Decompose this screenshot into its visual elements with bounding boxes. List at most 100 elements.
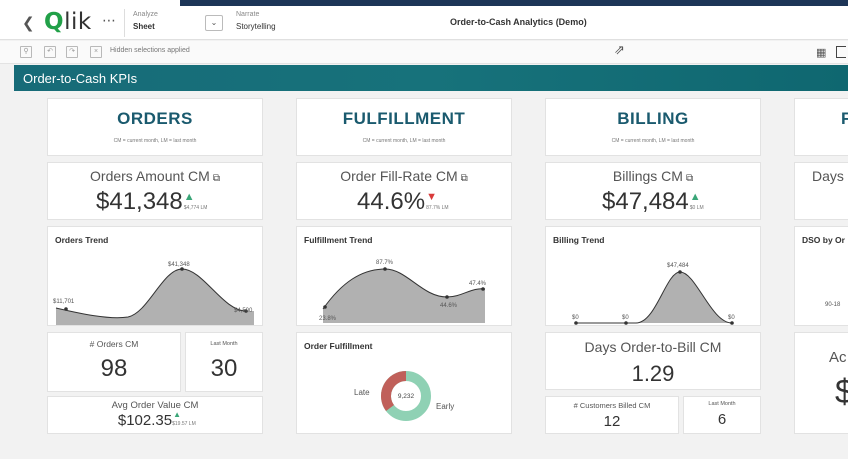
fulfillment-trend-label-2: 87.7%: [376, 260, 394, 266]
billing-subtitle: CM = current month, LM = last month: [611, 138, 695, 144]
qlik-logo[interactable]: Qlik: [44, 9, 92, 35]
orders-point-1: [64, 307, 68, 311]
trend-down-icon: ▼: [426, 191, 437, 203]
back-chevron-icon[interactable]: ❮: [22, 14, 35, 32]
billing-point-2: [624, 321, 628, 325]
customers-billed-value: 12: [603, 413, 621, 430]
fourth-lower-card[interactable]: Ac $: [794, 332, 848, 434]
days-order-to-bill-label: Days Order-to-Bill CM: [584, 339, 722, 355]
sheet-title-bar: Order-to-Cash KPIs: [14, 65, 848, 91]
avg-order-value-lm: $19.57 LM: [172, 421, 196, 427]
narrate-label: Narrate: [236, 11, 260, 18]
more-options-icon[interactable]: ⋯: [102, 12, 117, 29]
mouse-cursor-icon: ⇗: [614, 42, 625, 57]
orders-last-month-label: Last Month: [210, 341, 238, 347]
analyze-label: Analyze: [133, 11, 158, 18]
days-order-to-bill-value: 1.29: [631, 361, 675, 386]
fourth-trend-card[interactable]: DSO by Or 90-18: [794, 226, 848, 326]
fourth-axis-partial: 90-18: [825, 302, 841, 308]
top-navbar: ❮ Qlik ⋯ Analyze Sheet ⌄ Narrate Storyte…: [0, 6, 848, 40]
billing-point-1: [574, 321, 578, 325]
orders-count-value: 98: [100, 355, 128, 382]
billing-trend-chart[interactable]: Billing Trend $0 $0 $47,484 $0: [545, 226, 761, 326]
orders-last-month-kpi[interactable]: Last Month 30: [185, 332, 263, 392]
donut-early-label: Early: [436, 402, 454, 411]
orders-count-kpi[interactable]: # Orders CM 98: [47, 332, 181, 392]
billing-title: BILLING: [617, 109, 689, 128]
step-forward-icon[interactable]: ↷: [66, 46, 78, 58]
billing-trend-label-2: $0: [622, 315, 629, 321]
fourth-value-partial: $: [835, 373, 848, 411]
bookmark-icon[interactable]: [836, 46, 846, 58]
external-link-icon[interactable]: ⧉: [461, 173, 468, 184]
billing-trend-label-1: $0: [572, 315, 579, 321]
orders-last-month-value: 30: [210, 355, 238, 382]
customers-last-month-value: 6: [717, 411, 727, 428]
analyze-mode-selector[interactable]: Analyze Sheet ⌄: [124, 9, 226, 37]
orders-amount-label: Orders Amount CM ⧉: [90, 168, 220, 184]
clear-selections-icon[interactable]: ×: [90, 46, 102, 58]
selections-toolbar: ⚲ ↶ ↷ × Hidden selections applied ⇗ ▦: [0, 41, 848, 64]
donut-late-segment: [381, 371, 407, 411]
fulfillment-trend-label-3: 44.6%: [440, 303, 458, 309]
fulfillment-trend-chart[interactable]: Fulfillment Trend 23.8% 87.7% 44.6% 47.4…: [296, 226, 512, 326]
fill-rate-lm: 87.7% LM: [426, 205, 449, 211]
orders-title: ORDERS: [117, 109, 193, 128]
fulfillment-trend-label-4: 47.4%: [469, 281, 487, 287]
billing-point-4: [730, 321, 734, 325]
billing-trend-svg: $0 $0 $47,484 $0: [572, 263, 735, 325]
fulfillment-point-3: [445, 295, 449, 299]
fill-rate-label: Order Fill-Rate CM ⧉: [340, 168, 468, 184]
customers-last-month-kpi[interactable]: Last Month 6: [683, 396, 761, 434]
fulfillment-title: FULFILLMENT: [342, 109, 466, 128]
trend-up-icon: ▲: [689, 191, 701, 203]
fourth-title-partial: F: [841, 109, 848, 128]
fulfillment-trend-svg: 23.8% 87.7% 44.6% 47.4%: [319, 260, 487, 323]
trend-up-icon: ▲: [173, 410, 182, 419]
billing-trend-label-4: $0: [728, 315, 735, 321]
external-link-icon[interactable]: ⧉: [213, 173, 220, 184]
billings-lm: $0 LM: [689, 205, 704, 211]
app-title: Order-to-Cash Analytics (Demo): [450, 17, 587, 27]
fulfillment-point-1: [323, 305, 327, 309]
fourth-lower-partial: Ac: [829, 349, 847, 366]
donut-center-value: 9,232: [398, 393, 415, 400]
orders-amount-kpi[interactable]: Orders Amount CM ⧉ $41,348 ▲ $4,774 LM: [47, 162, 263, 220]
fulfillment-point-2: [383, 267, 387, 271]
narrate-mode-selector[interactable]: Narrate Storytelling: [230, 9, 320, 37]
orders-trend-area: [56, 269, 254, 325]
orders-trend-label-1: $11,701: [53, 299, 75, 305]
avg-order-value-value: $102.35 ▲ $19.57 LM: [117, 410, 196, 429]
smart-search-icon[interactable]: ⚲: [20, 46, 32, 58]
billing-trend-label-3: $47,484: [667, 263, 689, 269]
avg-order-value-kpi[interactable]: Avg Order Value CM $102.35 ▲ $19.57 LM: [47, 396, 263, 434]
days-order-to-bill-kpi[interactable]: Days Order-to-Bill CM 1.29: [545, 332, 761, 390]
fourth-kpi-card[interactable]: Days: [794, 162, 848, 220]
sheet-title: Order-to-Cash KPIs: [23, 71, 138, 86]
billings-label: Billings CM ⧉: [612, 168, 694, 184]
qlik-logo-text: lik: [64, 9, 92, 35]
fulfillment-trend-area: [323, 269, 485, 323]
step-back-icon[interactable]: ↶: [44, 46, 56, 58]
orders-trend-chart[interactable]: Orders Trend $11,701 $41,348 $4,500: [47, 226, 263, 326]
orders-trend-label-2: $41,348: [168, 262, 190, 268]
fulfillment-trend-label-1: 23.8%: [319, 316, 337, 322]
customers-billed-label: # Customers Billed CM: [573, 401, 651, 410]
avg-order-value-label: Avg Order Value CM: [111, 400, 199, 411]
order-fulfillment-donut: 9,232 Late Early: [354, 371, 454, 421]
orders-trend-svg: $11,701 $41,348 $4,500: [53, 262, 254, 325]
billings-kpi[interactable]: Billings CM ⧉ $47,484 ▲ $0 LM: [545, 162, 761, 220]
fourth-trend-partial: DSO by Or: [802, 235, 845, 245]
customers-last-month-label: Last Month: [708, 401, 736, 407]
fill-rate-value: 44.6% ▼ 87.7% LM: [357, 188, 449, 215]
customers-billed-kpi[interactable]: # Customers Billed CM 12: [545, 396, 679, 434]
hidden-selections-text: Hidden selections applied: [110, 47, 190, 54]
chevron-down-icon[interactable]: ⌄: [205, 15, 223, 31]
grid-view-icon[interactable]: ▦: [816, 46, 826, 59]
narrate-value: Storytelling: [236, 22, 276, 31]
order-fulfillment-donut-card[interactable]: Order Fulfillment 9,232 Late Early: [296, 332, 512, 434]
order-fill-rate-kpi[interactable]: Order Fill-Rate CM ⧉ 44.6% ▼ 87.7% LM: [296, 162, 512, 220]
donut-late-label: Late: [354, 388, 370, 397]
orders-amount-lm: $4,774 LM: [183, 205, 208, 211]
external-link-icon[interactable]: ⧉: [686, 173, 693, 184]
